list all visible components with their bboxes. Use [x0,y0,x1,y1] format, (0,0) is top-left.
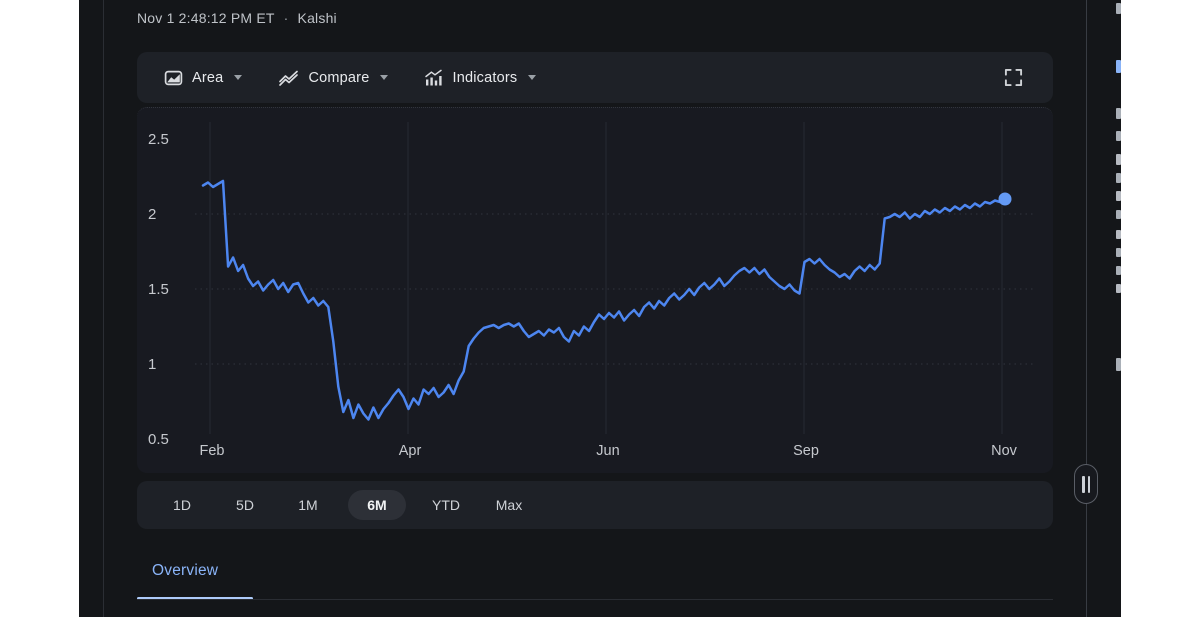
range-button-max[interactable]: Max [486,490,532,520]
clipped-text-fragment [1116,358,1121,371]
finance-dark-panel: Nov 1 2:48:12 PM ET · Kalshi Area Compar… [79,0,1121,617]
tab-divider [137,599,1053,600]
chart-toolbar: Area Compare [137,52,1053,103]
x-axis-tick: Jun [596,443,619,459]
range-button-6m[interactable]: 6M [348,490,406,520]
range-button-1m[interactable]: 1M [285,490,331,520]
panel-resize-handle[interactable] [1074,464,1098,504]
clipped-text-fragment [1116,3,1121,14]
y-axis-tick: 1.5 [148,281,169,298]
clipped-text-fragment [1116,154,1121,165]
compare-lines-icon [278,69,299,87]
clipped-text-fragment [1116,210,1121,219]
compare-label: Compare [308,70,369,86]
clipped-text-fragment [1116,60,1121,73]
price-chart-svg: Feb Apr Jun Sep Nov 0.5 1 1.5 2 2.5 [137,108,1053,473]
range-button-1d[interactable]: 1D [159,490,205,520]
grip-bar-icon [1088,476,1091,493]
indicators-button[interactable]: Indicators [424,69,536,87]
chart-type-label: Area [192,70,223,86]
grip-bar-icon [1082,476,1085,493]
price-line [203,181,1005,420]
x-axis-tick: Feb [200,443,225,459]
y-axis-tick: 1 [148,356,156,373]
chevron-down-icon [380,75,388,80]
chart-type-button[interactable]: Area [164,69,242,87]
range-button-5d[interactable]: 5D [222,490,268,520]
fullscreen-icon [1004,68,1023,87]
clipped-text-fragment [1116,173,1121,183]
meta-separator: · [284,10,289,26]
chevron-down-icon [528,75,536,80]
clipped-text-fragment [1116,284,1121,293]
content-left-border [103,0,104,617]
compare-button[interactable]: Compare [278,69,388,87]
clipped-text-fragment [1116,266,1121,275]
chevron-down-icon [234,75,242,80]
quote-meta-row: Nov 1 2:48:12 PM ET · Kalshi [137,8,337,28]
clipped-text-fragment [1116,108,1121,119]
indicators-label: Indicators [452,70,517,86]
x-axis-tick: Nov [991,443,1018,459]
latest-price-dot [999,193,1012,206]
y-axis-tick: 2.5 [148,131,169,148]
range-button-ytd[interactable]: YTD [423,490,469,520]
tab-overview[interactable]: Overview [152,562,218,580]
price-chart[interactable]: Feb Apr Jun Sep Nov 0.5 1 1.5 2 2.5 [137,107,1053,473]
y-axis-tick: 0.5 [148,431,169,448]
area-chart-icon [164,69,183,87]
time-range-bar: 1D 5D 1M 6M YTD Max [137,481,1053,529]
clipped-text-fragment [1116,230,1121,239]
fullscreen-button[interactable] [1004,68,1023,87]
clipped-text-fragment [1116,131,1121,141]
quote-timestamp: Nov 1 2:48:12 PM ET [137,10,275,26]
y-axis-tick: 2 [148,206,156,223]
x-axis-tick: Sep [793,443,819,459]
exchange-label: Kalshi [298,10,337,26]
indicators-bars-icon [424,69,443,87]
clipped-text-fragment [1116,191,1121,201]
panel-splitter-line [1086,0,1087,617]
clipped-right-column [1116,0,1121,617]
x-axis-tick: Apr [399,443,422,459]
clipped-text-fragment [1116,248,1121,257]
